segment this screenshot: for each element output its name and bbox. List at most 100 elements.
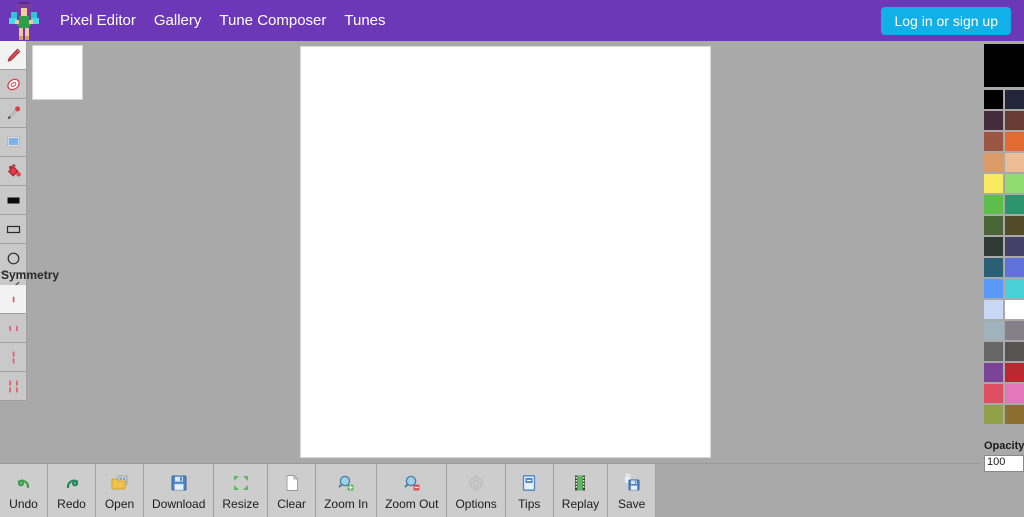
magnifier-minus-icon bbox=[402, 472, 422, 494]
color-swatch[interactable] bbox=[1005, 405, 1024, 424]
save-label: Save bbox=[617, 496, 646, 511]
select-tool[interactable] bbox=[0, 128, 27, 157]
color-swatch[interactable] bbox=[984, 111, 1003, 130]
color-swatch[interactable] bbox=[984, 363, 1003, 382]
color-swatch[interactable] bbox=[984, 384, 1003, 403]
color-swatch[interactable] bbox=[984, 90, 1003, 109]
pixel-editor-app: Pixel Editor Gallery Tune Composer Tunes… bbox=[0, 0, 1024, 517]
drawing-canvas[interactable] bbox=[300, 46, 711, 458]
color-swatch[interactable] bbox=[1005, 216, 1024, 235]
open-label: Open bbox=[104, 496, 135, 511]
redo-label: Redo bbox=[57, 496, 86, 511]
color-swatch[interactable] bbox=[1005, 363, 1024, 382]
color-swatch[interactable] bbox=[984, 216, 1003, 235]
color-palette-panel: Opacity 100 bbox=[980, 41, 1024, 517]
book-icon bbox=[519, 472, 539, 494]
undo-label: Undo bbox=[9, 496, 38, 511]
eyedropper-tool[interactable] bbox=[0, 99, 27, 128]
color-swatch[interactable] bbox=[984, 342, 1003, 361]
floppy-disk-icon bbox=[169, 472, 189, 494]
color-swatch[interactable] bbox=[984, 300, 1003, 319]
color-swatch[interactable] bbox=[1005, 237, 1024, 256]
color-swatch[interactable] bbox=[984, 132, 1003, 151]
toolbar-spacer bbox=[656, 464, 1024, 517]
options-button[interactable]: Options bbox=[447, 464, 506, 517]
nav-gallery[interactable]: Gallery bbox=[145, 0, 211, 41]
tool-palette bbox=[0, 41, 27, 302]
download-button[interactable]: Download bbox=[144, 464, 215, 517]
symmetry-vertical-icon bbox=[8, 325, 18, 331]
symmetry-both[interactable] bbox=[0, 372, 27, 401]
tips-label: Tips bbox=[518, 496, 541, 511]
zoom-out-button[interactable]: Zoom Out bbox=[377, 464, 448, 517]
rect-tool[interactable] bbox=[0, 215, 27, 244]
paint-bucket-icon bbox=[7, 163, 21, 177]
color-swatch[interactable] bbox=[1005, 153, 1024, 172]
color-swatch[interactable] bbox=[1005, 111, 1024, 130]
color-swatch[interactable] bbox=[984, 195, 1003, 214]
color-swatch[interactable] bbox=[1005, 342, 1024, 361]
film-strip-icon bbox=[570, 472, 590, 494]
pencil-icon bbox=[7, 48, 20, 62]
color-swatch[interactable] bbox=[984, 153, 1003, 172]
color-swatch[interactable] bbox=[984, 174, 1003, 193]
color-swatch[interactable] bbox=[1005, 300, 1024, 319]
symmetry-horizontal[interactable] bbox=[0, 343, 27, 372]
color-swatch[interactable] bbox=[984, 237, 1003, 256]
filled-rect-tool[interactable] bbox=[0, 186, 27, 215]
resize-label: Resize bbox=[222, 496, 260, 511]
options-label: Options bbox=[455, 496, 497, 511]
redo-button[interactable]: Redo bbox=[48, 464, 96, 517]
fairy-pixel-logo-icon[interactable] bbox=[7, 1, 41, 40]
color-swatch[interactable] bbox=[984, 258, 1003, 277]
color-swatch[interactable] bbox=[984, 405, 1003, 424]
symmetry-none[interactable] bbox=[0, 285, 27, 314]
color-swatch[interactable] bbox=[984, 321, 1003, 340]
symmetry-label: Symmetry bbox=[1, 268, 60, 282]
color-swatch[interactable] bbox=[1005, 174, 1024, 193]
color-swatch[interactable] bbox=[1005, 195, 1024, 214]
canvas-preview-thumbnail[interactable] bbox=[32, 45, 83, 100]
symmetry-vertical[interactable] bbox=[0, 314, 27, 343]
color-swatch[interactable] bbox=[1005, 321, 1024, 340]
pencil-tool[interactable] bbox=[0, 41, 27, 70]
color-swatch[interactable] bbox=[984, 279, 1003, 298]
circle-icon bbox=[7, 252, 19, 264]
color-swatch[interactable] bbox=[1005, 132, 1024, 151]
opacity-label: Opacity bbox=[984, 440, 1024, 452]
tips-button[interactable]: Tips bbox=[505, 464, 554, 517]
replay-button[interactable]: Replay bbox=[553, 464, 609, 517]
resize-button[interactable]: Resize bbox=[214, 464, 269, 517]
symmetry-horizontal-icon bbox=[12, 350, 14, 364]
fill-tool[interactable] bbox=[0, 157, 27, 186]
save-button[interactable]: Save bbox=[608, 464, 657, 517]
open-button[interactable]: Open bbox=[96, 464, 144, 517]
login-signup-button[interactable]: Log in or sign up bbox=[881, 7, 1011, 35]
eraser-tool[interactable] bbox=[0, 70, 27, 99]
magnifier-plus-icon bbox=[336, 472, 356, 494]
undo-button[interactable]: Undo bbox=[0, 464, 48, 517]
color-swatch[interactable] bbox=[1005, 384, 1024, 403]
clear-button[interactable]: Clear bbox=[268, 464, 317, 517]
zoom-out-label: Zoom Out bbox=[385, 496, 439, 511]
opacity-input[interactable]: 100 bbox=[984, 455, 1024, 472]
zoom-in-button[interactable]: Zoom In bbox=[316, 464, 378, 517]
current-color-swatch[interactable] bbox=[984, 44, 1024, 87]
symmetry-both-icon bbox=[8, 379, 18, 393]
save-disk-icon bbox=[622, 472, 642, 494]
eraser-icon bbox=[6, 78, 20, 90]
gear-icon bbox=[466, 472, 486, 494]
download-label: Download bbox=[152, 496, 206, 511]
color-swatch[interactable] bbox=[1005, 279, 1024, 298]
replay-label: Replay bbox=[561, 496, 600, 511]
redo-arrow-icon bbox=[62, 472, 82, 494]
color-swatch[interactable] bbox=[1005, 90, 1024, 109]
color-swatch[interactable] bbox=[1005, 258, 1024, 277]
resize-arrows-icon bbox=[231, 472, 251, 494]
color-swatch-grid bbox=[984, 90, 1024, 424]
symmetry-none-icon bbox=[12, 296, 14, 302]
nav-tunes[interactable]: Tunes bbox=[335, 0, 394, 41]
nav-pixel-editor[interactable]: Pixel Editor bbox=[51, 0, 145, 41]
select-icon bbox=[6, 136, 20, 146]
nav-tune-composer[interactable]: Tune Composer bbox=[210, 0, 335, 41]
